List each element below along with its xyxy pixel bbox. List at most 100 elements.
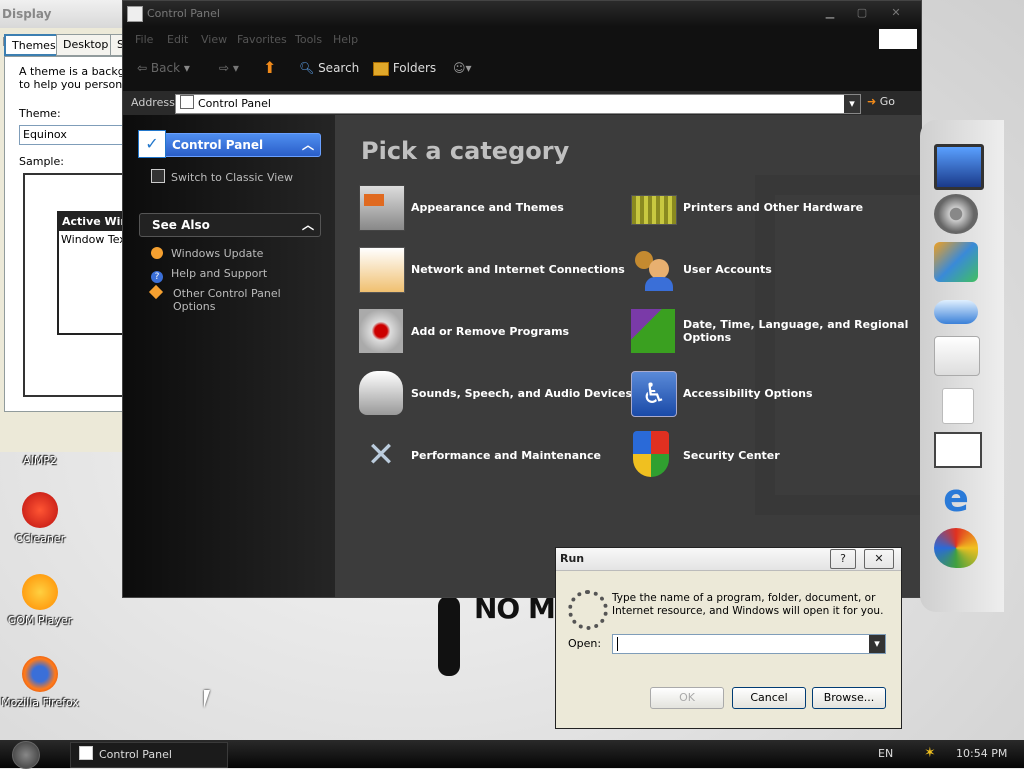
category-network-internet[interactable]: Network and Internet Connections <box>411 263 625 276</box>
see-also-header[interactable]: See Also ︿ <box>139 213 321 237</box>
tab-desktop[interactable]: Desktop <box>56 34 116 56</box>
user-accounts-icon <box>631 247 675 291</box>
menu-edit[interactable]: Edit <box>167 33 188 46</box>
browse-button[interactable]: Browse... <box>812 687 886 709</box>
cancel-button[interactable]: Cancel <box>732 687 806 709</box>
category-date-time-line1: Date, Time, Language, and Regional <box>683 318 909 331</box>
search-button[interactable]: 🔍︎ Search <box>299 61 359 75</box>
help-and-support-link[interactable]: ? Help and Support <box>151 267 267 283</box>
windows-update-link[interactable]: Windows Update <box>151 247 263 260</box>
control-panel-section-header[interactable]: ✓ Control Panel ︿ <box>138 130 321 158</box>
wrench-screwdriver-icon: ✕ <box>366 435 396 475</box>
clock[interactable]: 10:54 PM <box>956 747 1007 760</box>
forward-dropdown-icon: ▾ <box>232 61 239 75</box>
maximize-button[interactable]: ▢ <box>849 4 875 22</box>
desktop-icon-gom-player[interactable]: GOM Player <box>0 574 80 627</box>
open-dropdown-icon[interactable]: ▾ <box>869 635 885 653</box>
theme-select[interactable]: Equinox <box>19 125 124 145</box>
themes-description-line1: A theme is a backgro <box>19 65 125 78</box>
control-panel-small-icon <box>180 95 194 109</box>
category-accessibility[interactable]: Accessibility Options <box>683 387 813 400</box>
windows-update-label: Windows Update <box>171 247 264 260</box>
category-user-accounts[interactable]: User Accounts <box>683 263 772 276</box>
category-printers-hardware[interactable]: Printers and Other Hardware <box>683 201 863 214</box>
collapse-chevron-icon: ︿ <box>301 218 314 232</box>
taskbar-control-panel-button[interactable]: Control Panel <box>70 742 228 768</box>
back-button[interactable]: ⇦ Back ▾ <box>137 61 190 75</box>
date-time-globe-icon <box>631 309 675 353</box>
recycle-bin-icon[interactable] <box>942 388 974 424</box>
photo-gallery-icon[interactable] <box>934 242 978 282</box>
ok-button[interactable]: OK <box>650 687 724 709</box>
system-tray-icon[interactable]: ✶ <box>924 745 936 761</box>
views-icon: ☺ <box>453 61 466 75</box>
windows-logo-throbber <box>879 29 917 49</box>
monitor-icon[interactable] <box>934 144 984 190</box>
folders-button[interactable]: Folders <box>373 61 436 76</box>
category-security-center[interactable]: Security Center <box>683 449 780 462</box>
control-panel-titlebar[interactable]: Control Panel ▁ ▢ ✕ <box>123 1 921 27</box>
menu-view[interactable]: View <box>201 33 227 46</box>
menu-bar: File Edit View Favorites Tools Help <box>123 27 921 51</box>
address-dropdown-icon[interactable]: ▾ <box>844 95 860 113</box>
category-add-remove-programs[interactable]: Add or Remove Programs <box>411 325 569 338</box>
taskbar-task-label: Control Panel <box>99 748 172 761</box>
run-title: Run <box>560 552 585 565</box>
paint-palette-icon[interactable] <box>934 528 978 568</box>
internet-explorer-icon[interactable]: e <box>934 478 978 518</box>
go-arrow-icon: ➜ <box>867 95 877 108</box>
category-date-time-language[interactable]: Date, Time, Language, and Regional Optio… <box>683 318 908 344</box>
sample-window: Active Wind Window Text <box>57 211 124 335</box>
control-panel-checklist-icon: ✓ <box>138 130 166 158</box>
run-titlebar[interactable]: Run ? ✕ <box>556 548 901 571</box>
other-options-line2: Options <box>173 300 216 313</box>
tab-themes[interactable]: Themes <box>4 34 64 56</box>
forward-button[interactable]: ⇨ ▾ <box>219 61 239 75</box>
menu-file[interactable]: File <box>135 33 153 46</box>
menu-tools[interactable]: Tools <box>295 33 322 46</box>
drive-icon[interactable] <box>934 300 978 324</box>
run-description-line1: Type the name of a program, folder, docu… <box>612 592 876 604</box>
menu-favorites[interactable]: Favorites <box>237 33 287 46</box>
security-shield-icon <box>633 431 669 477</box>
run-close-button[interactable]: ✕ <box>864 549 894 569</box>
views-button[interactable]: ☺▾ <box>453 61 472 75</box>
folders-label: Folders <box>392 61 437 75</box>
windows-update-icon <box>151 247 163 259</box>
run-gears-icon <box>568 590 608 630</box>
gom-player-icon <box>22 574 58 610</box>
menu-help[interactable]: Help <box>333 33 358 46</box>
language-indicator[interactable]: EN <box>878 747 893 760</box>
display-properties-title: Display Properties <box>0 0 124 49</box>
help-button[interactable]: ? <box>830 549 856 569</box>
address-input[interactable]: Control Panel ▾ <box>175 94 861 114</box>
toolbar: ⇦ Back ▾ ⇨ ▾ ⬆ 🔍︎ Search Folders ☺▾ <box>123 51 921 91</box>
system-preferences-gear-icon[interactable] <box>934 194 978 234</box>
desktop-icon-ccleaner[interactable]: CCleaner <box>0 492 80 545</box>
add-remove-programs-icon <box>359 309 403 353</box>
themes-description-line2: to help you personaliz <box>19 78 124 91</box>
open-combobox[interactable]: ▾ <box>612 634 886 654</box>
minimize-button[interactable]: ▁ <box>817 4 843 22</box>
views-dropdown-icon: ▾ <box>465 61 472 75</box>
display-icon[interactable] <box>934 432 982 468</box>
category-appearance-themes[interactable]: Appearance and Themes <box>411 201 564 214</box>
desktop-icon-label: GOM Player <box>7 614 73 627</box>
text-caret <box>617 637 618 651</box>
start-orb-icon[interactable] <box>12 741 40 769</box>
desktop-icon-label: AIMP2 <box>23 454 57 467</box>
help-and-support-label: Help and Support <box>171 267 268 280</box>
switch-classic-view-link[interactable]: Switch to Classic View <box>151 169 293 184</box>
up-arrow-icon[interactable]: ⬆ <box>263 58 276 77</box>
open-label: Open: <box>568 637 602 650</box>
removable-drive-icon[interactable] <box>934 336 980 376</box>
back-dropdown-icon: ▾ <box>183 61 190 75</box>
category-sounds-speech-audio[interactable]: Sounds, Speech, and Audio Devices <box>411 387 632 400</box>
close-button[interactable]: ✕ <box>883 4 909 22</box>
category-date-time-line2: Options <box>683 331 732 344</box>
network-connections-icon <box>359 247 405 293</box>
appearance-themes-icon <box>359 185 405 231</box>
go-button[interactable]: ➜ Go <box>867 95 895 108</box>
category-performance-maintenance[interactable]: Performance and Maintenance <box>411 449 601 462</box>
desktop-icon-firefox[interactable]: Mozilla Firefox <box>0 656 80 709</box>
